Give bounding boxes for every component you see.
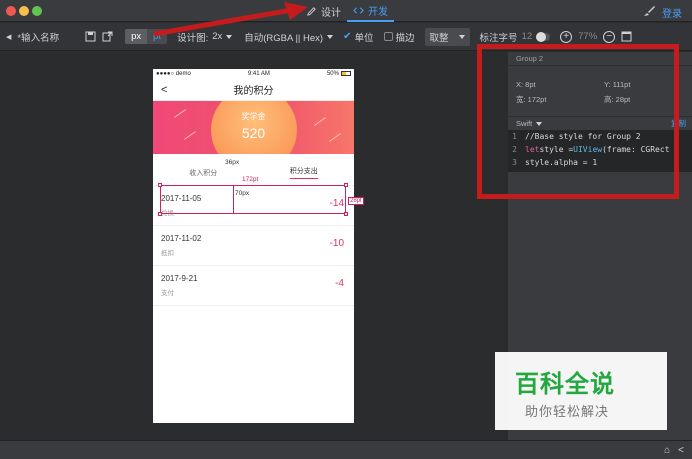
name-input[interactable]: *输入名称 [17, 30, 59, 44]
phone-artboard[interactable]: ●●●●○ demo 9:41 AM 50% < 我的积分 奖学金 520 收入… [153, 69, 354, 423]
measure-line [233, 186, 234, 214]
measure-28: 28pt [348, 197, 364, 205]
list-item[interactable]: 2017-9-21 支付 -4 [153, 266, 354, 306]
record-value: -10 [329, 238, 344, 249]
close-window-button[interactable] [6, 6, 16, 16]
login-link[interactable]: 登录 [662, 5, 682, 20]
measure-36: 36px [224, 159, 241, 166]
unit-pt-option[interactable]: pt [147, 29, 167, 44]
fullscreen-icon[interactable] [621, 31, 632, 42]
tab-develop[interactable]: 开发 [347, 0, 394, 22]
brush-icon[interactable] [642, 4, 656, 18]
measure-70: 70px [235, 190, 250, 197]
watermark-subtitle: 助你轻松解决 [525, 404, 610, 419]
font-size-toggle[interactable] [536, 31, 551, 42]
collapse-arrow-icon[interactable]: ◀ [6, 33, 11, 41]
battery-icon [340, 70, 351, 76]
mode-tabs: 设计 开发 [300, 0, 394, 22]
bottom-bar: ⌂ < [0, 440, 692, 459]
nav-title: 我的积分 [233, 86, 274, 97]
minimize-window-button[interactable] [19, 6, 29, 16]
export-icon[interactable] [102, 31, 113, 42]
title-bar: 设计 开发 登录 [0, 0, 692, 22]
banner-label: 奖学金 [241, 112, 266, 121]
measure-172: 172pt [242, 176, 259, 183]
list-item[interactable]: 2017-11-02 抵扣 -10 [153, 226, 354, 266]
zoom-value: 77% [578, 31, 598, 42]
record-type: 支付 [161, 290, 174, 297]
resize-handle[interactable] [158, 212, 162, 216]
share-icon[interactable]: < [678, 445, 684, 456]
nav-bar: < 我的积分 [153, 79, 354, 101]
points-banner: 奖学金 520 [153, 101, 354, 154]
chevron-down-icon [458, 34, 465, 39]
code-brackets-icon [353, 6, 364, 14]
font-size-label: 标注字号 [479, 32, 518, 44]
color-mode-value: 自动(RGBA || Hex) [244, 32, 324, 44]
zoom-in-button[interactable]: + [560, 30, 573, 43]
record-date: 2017-9-21 [161, 274, 198, 283]
pick-select[interactable]: 取整 [424, 27, 470, 46]
chevron-down-icon [226, 34, 233, 39]
battery-status: 50% [327, 70, 351, 77]
record-type: 抵扣 [161, 250, 174, 257]
color-mode-select[interactable]: 自动(RGBA || Hex) [244, 30, 334, 44]
maximize-window-button[interactable] [32, 6, 42, 16]
status-bar: ●●●●○ demo 9:41 AM 50% [153, 69, 354, 79]
record-value: -4 [335, 278, 344, 289]
font-size-value: 12 [521, 31, 533, 42]
watermark-title: 百科全说 [515, 371, 615, 398]
design-scale-select[interactable]: 2x [212, 31, 233, 42]
watermark-logo: 百科全说 助你轻松解决 [495, 352, 667, 430]
stroke-checkbox[interactable]: 描边 [383, 30, 415, 44]
pencil-icon [307, 6, 316, 16]
unit-checkbox[interactable]: ✔ 单位 [343, 30, 373, 44]
app-window: 设计 开发 登录 ◀ *输入名称 px pt 设计图: 2x 自动(RGBA |… [0, 0, 692, 459]
stroke-checkbox-label: 描边 [395, 32, 415, 44]
home-icon[interactable]: ⌂ [664, 445, 670, 456]
checkmark-icon: ✔ [343, 31, 352, 42]
unit-segment[interactable]: px pt [125, 29, 168, 44]
unit-px-option[interactable]: px [125, 29, 148, 44]
tab-expense[interactable]: 积分支出 [254, 160, 355, 185]
record-date: 2017-11-02 [161, 234, 202, 243]
save-icon[interactable] [85, 31, 96, 42]
unit-checkbox-label: 单位 [354, 32, 374, 44]
resize-handle[interactable] [344, 212, 348, 216]
zoom-out-button[interactable]: − [603, 30, 616, 43]
banner-value: 520 [241, 125, 266, 141]
tab-design-label: 设计 [321, 7, 341, 19]
status-time: 9:41 AM [247, 71, 270, 77]
carrier-text: ●●●●○ demo [156, 71, 191, 77]
tab-design[interactable]: 设计 [300, 0, 347, 22]
tab-develop-label: 开发 [368, 6, 388, 18]
selection-box[interactable] [160, 185, 346, 214]
design-scale-label: 设计图: [177, 32, 209, 44]
annotation-highlight-box [477, 44, 679, 199]
resize-handle[interactable] [158, 183, 162, 187]
pick-value: 取整 [429, 32, 449, 44]
chevron-down-icon [327, 34, 334, 39]
resize-handle[interactable] [344, 183, 348, 187]
back-arrow-icon[interactable]: < [161, 84, 167, 96]
checkbox-icon [383, 32, 393, 41]
design-scale-value: 2x [212, 31, 223, 42]
